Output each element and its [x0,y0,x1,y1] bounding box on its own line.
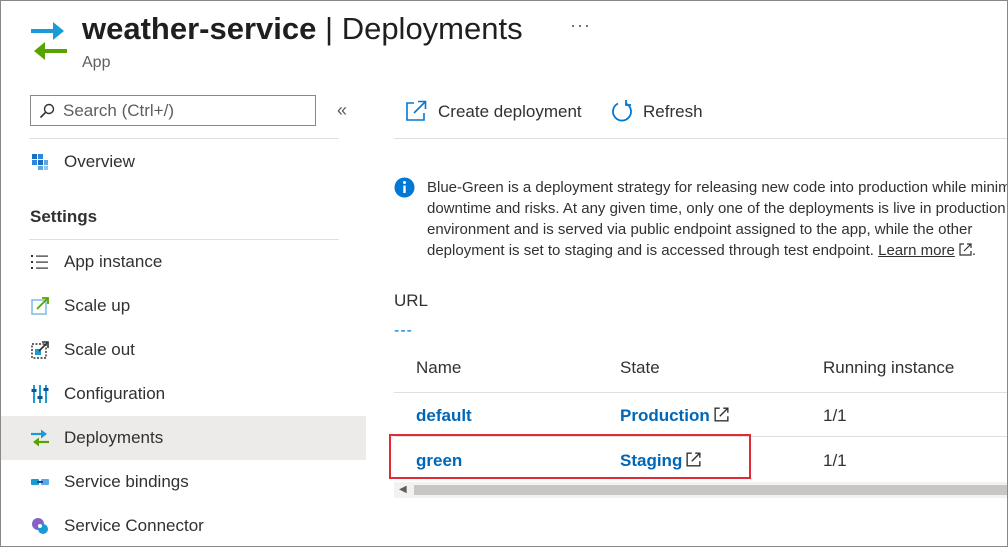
service-connector-icon [32,518,48,534]
refresh-label: Refresh [643,102,703,121]
header-divider [394,392,1007,393]
deployments-icon [31,429,49,447]
page-name: Deployments [341,11,523,46]
sidebar-item-scale-out[interactable]: Scale out [1,328,366,372]
column-header-state: State [620,358,660,377]
external-link-icon [959,243,972,256]
app-deployments-icon [31,22,67,60]
service-bindings-icon [31,479,49,485]
url-label: URL [394,291,429,310]
sidebar-item-overview[interactable]: Overview [1,140,366,184]
running-instance-value: 1/1 [823,451,847,470]
search-icon [39,103,55,119]
info-text-end: . [971,242,977,259]
column-header-running-instance: Running instance [823,358,955,377]
sidebar-item-label: Service bindings [64,472,189,491]
sidebar-item-label: Scale up [64,296,131,315]
title-separator: | [325,11,334,46]
scale-up-icon [31,297,49,315]
scroll-left-icon[interactable]: ◀ [399,484,407,495]
more-options-icon[interactable]: ··· [570,15,591,36]
sidebar-item-label: Scale out [64,340,135,359]
learn-more-link[interactable]: Learn more [878,242,955,259]
settings-section-title: Settings [30,207,98,226]
app-name: weather-service [82,11,317,46]
collapse-sidebar-icon[interactable]: « [337,100,347,121]
refresh-icon [612,100,632,122]
horizontal-scrollbar[interactable]: ◀ [394,482,1007,498]
sidebar-item-label: Configuration [64,384,166,403]
scale-out-icon [31,341,49,359]
column-header-name: Name [416,358,462,377]
running-instance-value: 1/1 [823,406,847,425]
sidebar-divider [29,138,339,139]
sidebar-item-deployments[interactable]: Deployments [1,416,366,460]
toolbar-divider [394,138,1007,139]
sidebar-item-label: App instance [64,252,163,271]
sidebar-item-service-connector[interactable]: Service Connector [1,504,366,546]
sidebar-item-configuration[interactable]: Configuration [1,372,366,416]
sidebar-item-label: Service Connector [64,516,204,535]
external-link-icon [714,407,729,422]
sidebar-item-scale-up[interactable]: Scale up [1,284,366,328]
overview-icon [32,154,48,170]
sidebar-item-label: Deployments [64,428,164,447]
highlight-box [389,434,751,479]
app-window: weather-service | Deployments App ··· « … [0,0,1008,547]
list-icon [31,255,48,269]
open-external-icon [406,100,427,121]
info-message: Blue-Green is a deployment strategy for … [427,177,1007,261]
create-deployment-button[interactable]: Create deployment [404,99,594,125]
create-deployment-label: Create deployment [438,102,582,121]
info-icon [394,177,415,198]
url-value[interactable]: --- [394,322,413,340]
search-box[interactable] [30,95,316,126]
deployment-name-link[interactable]: default [416,406,472,426]
resource-type: App [82,54,111,71]
refresh-button[interactable]: Refresh [610,99,710,125]
sidebar-item-label: Overview [64,152,135,171]
state-link[interactable]: Production [620,406,729,426]
sidebar-item-app-instance[interactable]: App instance [1,240,366,284]
sidebar-item-service-bindings[interactable]: Service bindings [1,460,366,504]
scrollbar-thumb[interactable] [414,485,1007,495]
search-input[interactable] [63,100,303,122]
configuration-icon [31,385,49,403]
page-title: weather-service | Deployments [82,11,523,47]
